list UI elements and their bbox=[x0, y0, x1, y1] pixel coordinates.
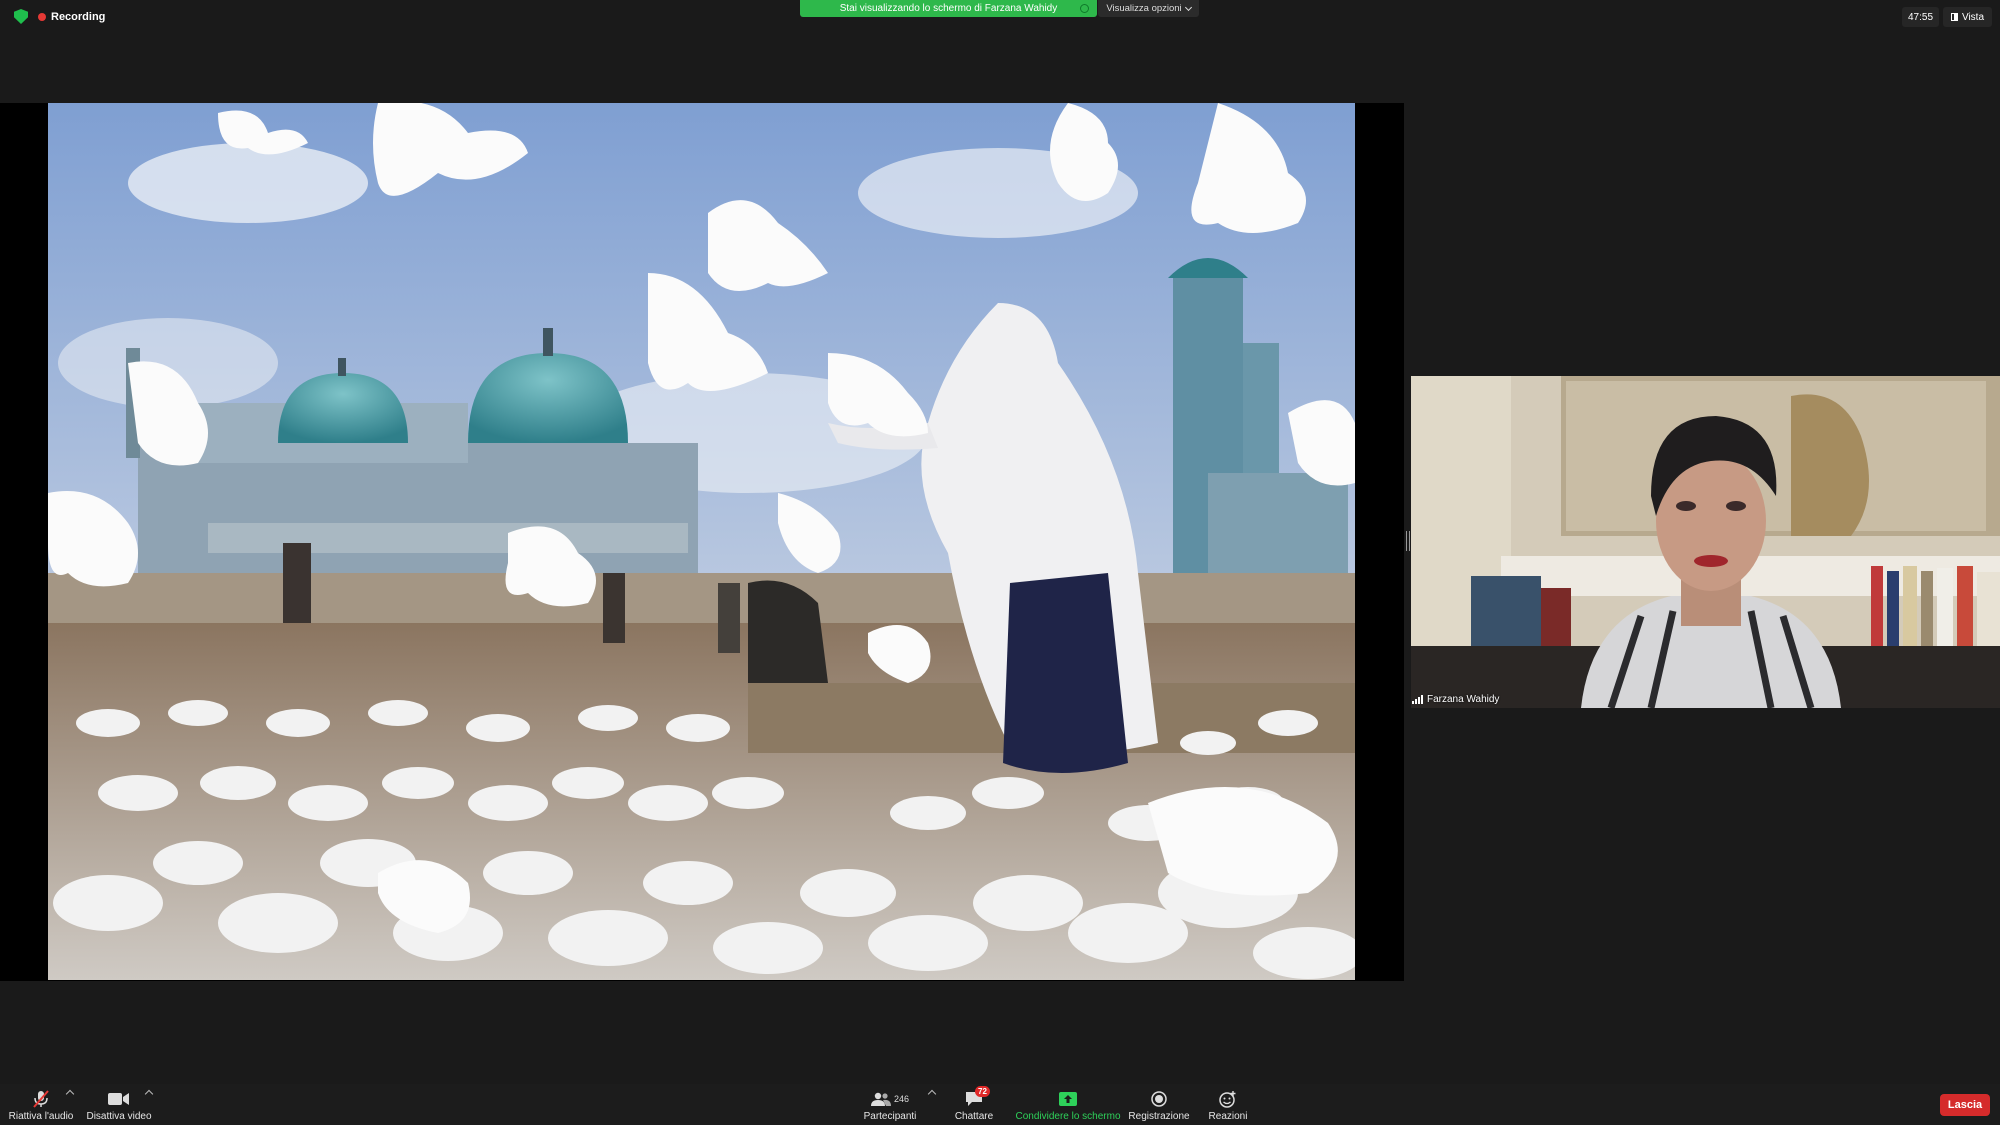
chevron-down-icon bbox=[1184, 3, 1192, 11]
shared-screen-area bbox=[0, 103, 1404, 981]
unmute-button[interactable]: Riattiva l'audio bbox=[4, 1084, 78, 1125]
reactions-label: Reazioni bbox=[1208, 1111, 1248, 1122]
reactions-button[interactable]: Reazioni bbox=[1200, 1084, 1256, 1125]
participants-icon: 246 bbox=[870, 1090, 910, 1108]
recording-dot-icon bbox=[38, 12, 46, 21]
share-indicator-icon bbox=[1080, 4, 1089, 13]
share-screen-label: Condividere lo schermo bbox=[1015, 1111, 1121, 1122]
record-button[interactable]: Registrazione bbox=[1124, 1084, 1194, 1125]
shared-photo bbox=[48, 103, 1355, 980]
video-label: Disattiva video bbox=[86, 1111, 152, 1122]
stop-video-button[interactable]: Disattiva video bbox=[84, 1084, 154, 1125]
chat-button[interactable]: 72 Chattare bbox=[946, 1084, 1002, 1125]
signal-bars-icon bbox=[1412, 695, 1423, 704]
participants-button[interactable]: 246 Partecipanti bbox=[856, 1084, 924, 1125]
video-camera-icon bbox=[108, 1090, 130, 1108]
zoom-meeting-window: Recording Stai visualizzando lo schermo … bbox=[0, 0, 2000, 1125]
panel-resize-handle[interactable] bbox=[1406, 531, 1410, 551]
top-left-status: Recording bbox=[14, 9, 105, 24]
share-screen-icon bbox=[1058, 1090, 1078, 1108]
participant-video-tile[interactable] bbox=[1411, 376, 2000, 708]
screen-share-banner-text: Stai visualizzando lo schermo di Farzana… bbox=[839, 3, 1058, 14]
shield-icon[interactable] bbox=[14, 9, 28, 24]
participants-count: 246 bbox=[893, 1094, 910, 1104]
participant-video-frame bbox=[1411, 376, 2000, 708]
view-options-label: Visualizza opzioni bbox=[1106, 3, 1182, 14]
reactions-icon bbox=[1219, 1090, 1237, 1108]
recording-label: Recording bbox=[51, 10, 106, 23]
chat-icon: 72 bbox=[965, 1086, 990, 1108]
view-options-button[interactable]: Visualizza opzioni bbox=[1098, 0, 1199, 17]
share-screen-button[interactable]: Condividere lo schermo bbox=[1008, 1084, 1128, 1125]
leave-button[interactable]: Lascia bbox=[1940, 1094, 1990, 1116]
microphone-muted-icon bbox=[32, 1090, 50, 1108]
record-label: Registrazione bbox=[1128, 1111, 1190, 1122]
participant-name-label: Farzana Wahidy bbox=[1412, 694, 1499, 705]
recording-indicator[interactable]: Recording bbox=[38, 11, 105, 23]
unmute-label: Riattiva l'audio bbox=[8, 1111, 74, 1122]
doves-mosque-photo bbox=[48, 103, 1355, 980]
record-icon bbox=[1151, 1090, 1167, 1108]
chat-unread-badge: 72 bbox=[975, 1086, 990, 1097]
screen-share-banner: Stai visualizzando lo schermo di Farzana… bbox=[800, 0, 1097, 17]
meeting-timer: 47:55 bbox=[1902, 7, 1939, 27]
participants-label: Partecipanti bbox=[863, 1111, 917, 1122]
vista-icon bbox=[1950, 13, 1958, 21]
view-button[interactable]: Vista bbox=[1943, 7, 1992, 27]
participant-name: Farzana Wahidy bbox=[1427, 694, 1500, 705]
view-label: Vista bbox=[1961, 11, 1985, 23]
chat-label: Chattare bbox=[954, 1111, 994, 1122]
